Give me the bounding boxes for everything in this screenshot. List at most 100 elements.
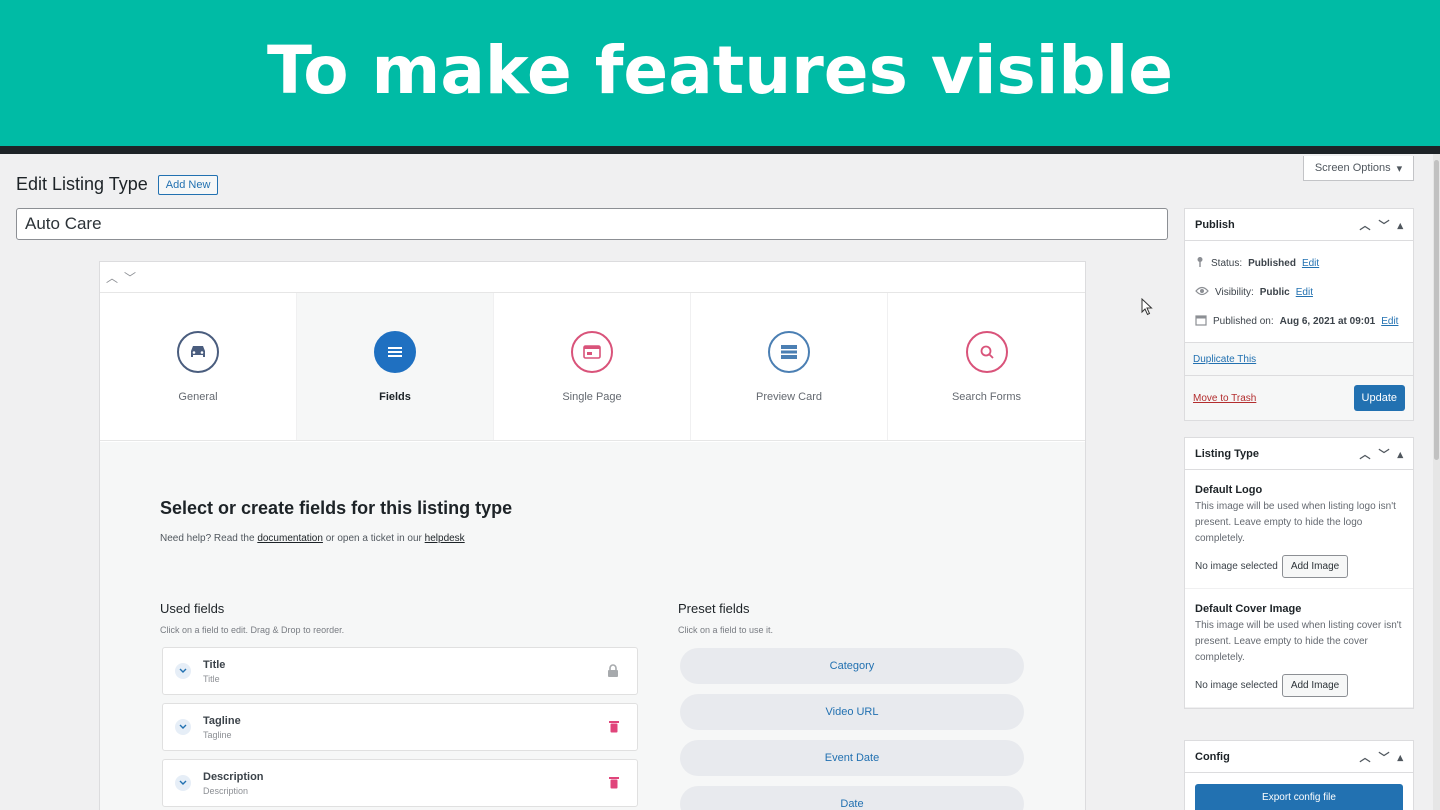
collapse-icon[interactable]: ▴ — [1397, 219, 1403, 232]
fields-panel: Select or create fields for this listing… — [100, 442, 1085, 810]
move-down-icon[interactable]: ﹀ — [1378, 749, 1389, 765]
used-field-description[interactable]: Description Description — [162, 759, 638, 807]
edit-visibility-link[interactable]: Edit — [1296, 287, 1313, 298]
search-icon — [965, 331, 1008, 373]
screen-options-label: Screen Options — [1314, 162, 1391, 174]
help-middle: or open a ticket in our — [325, 533, 422, 544]
caret-down-icon: ▾ — [1396, 162, 1403, 175]
tab-preview-card[interactable]: Preview Card — [691, 293, 888, 440]
eye-icon — [1195, 286, 1209, 299]
tab-label: Fields — [379, 391, 411, 403]
list-icon — [374, 331, 416, 373]
builder-tabs: General Fields Single Page Preview Card … — [100, 293, 1085, 441]
duplicate-link[interactable]: Duplicate This — [1193, 354, 1256, 365]
browser-icon — [571, 331, 613, 373]
add-cover-image-button[interactable]: Add Image — [1281, 674, 1349, 697]
tab-label: General — [178, 391, 218, 403]
listing-type-box-header[interactable]: Listing Type ︿ ﹀ ▴ — [1185, 438, 1413, 470]
config-box-header[interactable]: Config ︿ ﹀ ▴ — [1185, 741, 1413, 773]
published-label: Published on: — [1213, 316, 1274, 327]
no-image-text: No image selected — [1195, 561, 1278, 572]
add-new-button[interactable]: Add New — [157, 174, 219, 195]
promo-banner: To make features visible — [0, 0, 1440, 146]
tab-single-page[interactable]: Single Page — [494, 293, 691, 440]
no-image-text: No image selected — [1195, 680, 1278, 691]
listing-type-box-title: Listing Type — [1195, 447, 1259, 460]
add-logo-image-button[interactable]: Add Image — [1281, 555, 1349, 578]
edit-date-link[interactable]: Edit — [1381, 316, 1398, 327]
export-config-button[interactable]: Export config file — [1195, 784, 1403, 810]
page-scrollbar[interactable] — [1433, 154, 1440, 810]
page-header: Edit Listing Type Add New — [16, 174, 219, 195]
banner-title: To make features visible — [266, 31, 1174, 109]
page-title: Edit Listing Type — [16, 174, 148, 194]
default-logo-description: This image will be used when listing log… — [1195, 501, 1396, 544]
status-label: Status: — [1211, 258, 1243, 269]
trash-icon[interactable] — [609, 720, 619, 738]
publish-actions: Duplicate This Move to Trash Update — [1185, 342, 1413, 420]
visibility-value: Public — [1259, 287, 1290, 298]
listing-type-box: Listing Type ︿ ﹀ ▴ Default Logo This ima… — [1184, 437, 1414, 709]
default-logo-title: Default Logo — [1195, 484, 1263, 496]
status-row: Status: Published Edit — [1185, 249, 1413, 278]
published-value: Aug 6, 2021 at 09:01 — [1279, 316, 1376, 327]
fields-heading: Select or create fields for this listing… — [160, 498, 513, 518]
field-name: Description — [203, 770, 264, 783]
help-prefix: Need help? Read the — [160, 533, 255, 544]
field-name: Title — [203, 658, 226, 671]
field-key: Description — [203, 785, 249, 796]
default-cover-title: Default Cover Image — [1195, 603, 1302, 615]
calendar-icon — [1195, 314, 1207, 329]
listing-type-builder: ︿ ﹀ General Fields Single Page Preview C… — [99, 261, 1086, 810]
move-up-icon[interactable]: ︿ — [1359, 749, 1370, 765]
tab-search-forms[interactable]: Search Forms — [888, 293, 1085, 440]
preset-field-category[interactable]: Category — [680, 648, 1024, 684]
documentation-link[interactable]: documentation — [257, 533, 323, 544]
used-field-title[interactable]: Title Title — [162, 647, 638, 695]
default-cover-section: Default Cover Image This image will be u… — [1185, 589, 1413, 708]
helpdesk-link[interactable]: helpdesk — [425, 533, 465, 544]
update-button[interactable]: Update — [1353, 385, 1405, 411]
preset-fields-subtitle: Click on a field to use it. — [678, 625, 774, 635]
card-icon — [768, 331, 810, 373]
screen-options-button[interactable]: Screen Options ▾ — [1303, 156, 1414, 181]
used-field-tagline[interactable]: Tagline Tagline — [162, 703, 638, 751]
used-fields-subtitle: Click on a field to edit. Drag & Drop to… — [160, 625, 345, 635]
chevron-down-icon[interactable] — [175, 775, 191, 791]
published-date-row: Published on: Aug 6, 2021 at 09:01 Edit — [1185, 307, 1413, 336]
status-value: Published — [1248, 258, 1296, 269]
tab-general[interactable]: General — [100, 293, 297, 440]
tab-label: Preview Card — [755, 391, 823, 403]
collapse-icon[interactable]: ▴ — [1397, 448, 1403, 461]
chevron-down-icon[interactable] — [175, 719, 191, 735]
move-down-icon[interactable]: ﹀ — [1378, 217, 1389, 233]
visibility-label: Visibility: — [1215, 287, 1254, 298]
move-up-icon[interactable]: ︿ — [1359, 217, 1370, 233]
collapse-icon[interactable]: ▴ — [1397, 751, 1403, 764]
field-key: Title — [203, 673, 220, 684]
preset-fields-title: Preset fields — [678, 601, 750, 616]
preset-field-video-url[interactable]: Video URL — [680, 694, 1024, 730]
chevron-down-icon[interactable] — [175, 663, 191, 679]
move-up-icon[interactable]: ︿ — [106, 269, 118, 286]
post-title-input[interactable]: Auto Care — [16, 208, 1168, 240]
publish-box: Publish ︿ ﹀ ▴ Status: Published Edit Vis… — [1184, 208, 1414, 421]
visibility-row: Visibility: Public Edit — [1185, 278, 1413, 307]
scrollbar-thumb[interactable] — [1434, 160, 1439, 460]
publish-box-title: Publish — [1195, 218, 1235, 231]
used-fields-title: Used fields — [160, 601, 225, 616]
trash-icon[interactable] — [609, 776, 619, 794]
lock-icon — [607, 664, 619, 683]
help-text: Need help? Read the documentation or ope… — [160, 533, 465, 544]
move-to-trash-link[interactable]: Move to Trash — [1193, 393, 1256, 404]
tab-fields[interactable]: Fields — [297, 293, 494, 440]
move-down-icon[interactable]: ﹀ — [124, 269, 136, 286]
publish-box-header[interactable]: Publish ︿ ﹀ ▴ — [1185, 209, 1413, 241]
field-key: Tagline — [203, 729, 232, 740]
preset-field-date[interactable]: Date — [680, 786, 1024, 810]
move-down-icon[interactable]: ﹀ — [1378, 446, 1389, 462]
edit-status-link[interactable]: Edit — [1302, 258, 1319, 269]
preset-field-event-date[interactable]: Event Date — [680, 740, 1024, 776]
tab-label: Single Page — [562, 391, 622, 403]
move-up-icon[interactable]: ︿ — [1359, 446, 1370, 462]
